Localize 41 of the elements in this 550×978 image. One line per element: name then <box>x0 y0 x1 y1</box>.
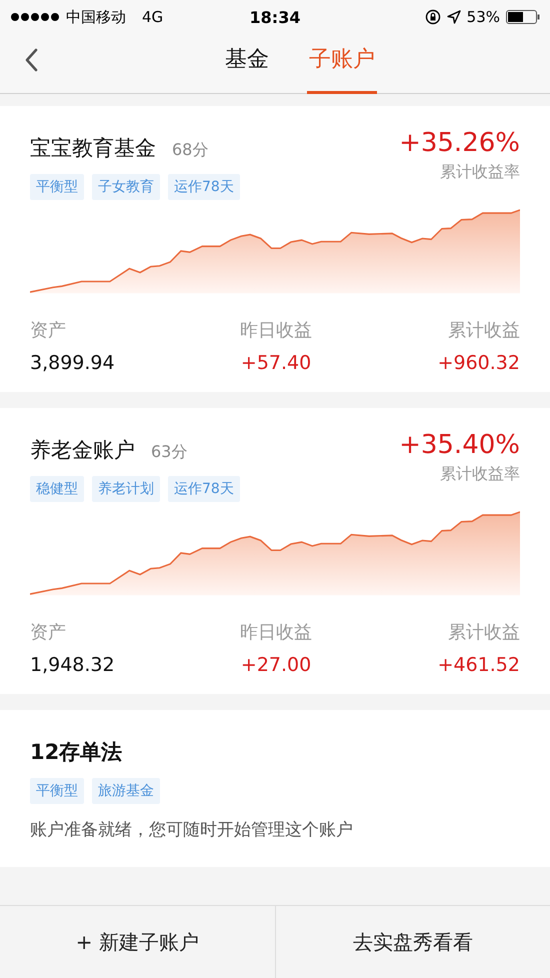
stat-label: 资产 <box>30 319 67 342</box>
account-tag: 运作78天 <box>168 476 240 502</box>
account-tag: 平衡型 <box>30 174 84 200</box>
account-tag: 运作78天 <box>168 174 240 200</box>
account-tag: 子女教育 <box>92 174 160 200</box>
account-score: 63分 <box>151 442 188 463</box>
account-tag: 平衡型 <box>30 778 84 804</box>
return-label: 累计收益率 <box>440 162 520 183</box>
network-type: 4G <box>142 8 164 26</box>
account-score: 68分 <box>172 140 208 161</box>
nav-tab[interactable]: 子账户 <box>307 34 377 94</box>
rotation-lock-icon <box>424 9 441 25</box>
signal-icon <box>10 12 60 22</box>
account-tag: 稳健型 <box>30 476 84 502</box>
location-arrow-icon <box>446 10 461 24</box>
battery-icon <box>506 10 540 24</box>
stat-value: +461.52 <box>438 654 520 676</box>
stat-label: 资产 <box>30 621 67 644</box>
account-tag: 养老计划 <box>92 476 160 502</box>
stat-value: +57.40 <box>240 352 312 374</box>
return-rate: +35.40% <box>399 430 520 460</box>
status-time: 18:34 <box>250 8 300 26</box>
nav-tab[interactable]: 基金 <box>223 34 271 94</box>
account-name: 养老金账户 <box>30 437 135 464</box>
stat-label: 累计收益 <box>448 621 520 644</box>
back-icon[interactable] <box>24 48 38 72</box>
battery-percent: 53% <box>466 8 500 26</box>
stat-label: 昨日收益 <box>240 621 312 644</box>
return-label: 累计收益率 <box>440 464 520 485</box>
stat-value: +960.32 <box>438 352 520 374</box>
carrier-name: 中国移动 <box>66 8 126 26</box>
account-tag: 旅游基金 <box>92 778 160 804</box>
account-name: 宝宝教育基金 <box>30 135 156 162</box>
stat-value: 1,948.32 <box>30 654 115 676</box>
stat-value: 3,899.94 <box>30 352 115 374</box>
return-rate: +35.26% <box>399 128 520 158</box>
account-note: 账户准备就绪，您可随时开始管理这个账户 <box>30 819 354 841</box>
stat-value: +27.00 <box>240 654 312 676</box>
account-name: 12存单法 <box>30 739 122 766</box>
stat-label: 昨日收益 <box>240 319 312 342</box>
stat-label: 累计收益 <box>448 319 520 342</box>
